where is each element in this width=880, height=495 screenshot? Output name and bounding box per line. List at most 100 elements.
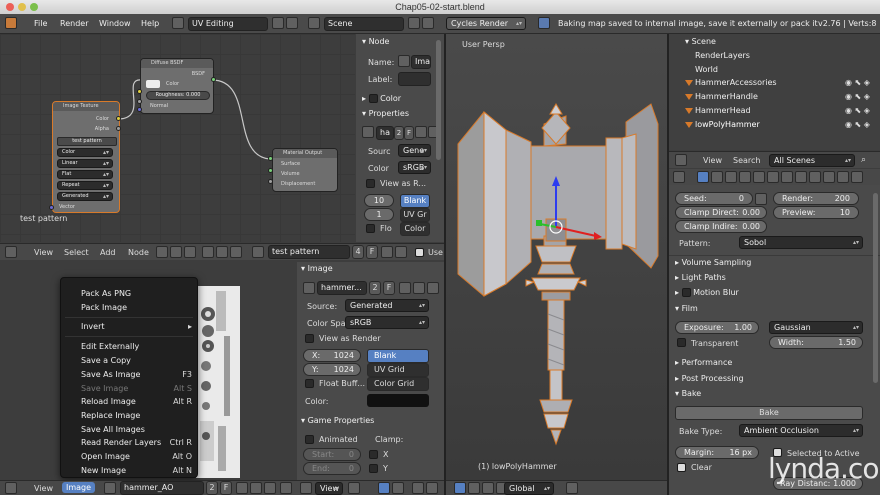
scale-manipulator-icon[interactable] [482, 482, 494, 494]
minimize-window-button[interactable] [18, 3, 26, 11]
image-add-icon[interactable] [236, 482, 248, 494]
image-open-icon[interactable] [250, 482, 262, 494]
source-select[interactable]: Generated [57, 192, 113, 201]
image-fake-user[interactable]: F [220, 481, 232, 495]
modifiers-tab-icon[interactable] [781, 171, 793, 183]
visibility-eye-icon[interactable]: ◉ ⬉ ◈ [845, 120, 870, 129]
outliner-menu-search[interactable]: Search [733, 156, 760, 165]
node-image-name-field[interactable]: ha [376, 126, 394, 140]
node-menu-node[interactable]: Node [128, 248, 149, 257]
physics-tab-icon[interactable] [851, 171, 863, 183]
compositing-icon[interactable] [184, 246, 196, 258]
clamp-direct-field[interactable]: Clamp Direct: 0.00 [675, 206, 767, 219]
view-as-render-checkbox[interactable] [305, 334, 314, 343]
world-shader-icon[interactable] [216, 246, 228, 258]
screen-layout-field[interactable]: UV Editing [188, 17, 268, 31]
menu-item-pack-image[interactable]: Pack Image [81, 303, 127, 312]
render-engine-select[interactable]: Cycles Render [446, 17, 526, 30]
node-image-add-icon[interactable] [381, 246, 393, 258]
remove-screen-icon[interactable] [286, 17, 298, 29]
constraints-tab-icon[interactable] [767, 171, 779, 183]
pin-icon[interactable] [280, 482, 292, 494]
close-window-button[interactable] [6, 3, 14, 11]
menu-item-save-as-image[interactable]: Save As Image [81, 370, 140, 379]
outliner-menu-view[interactable]: View [703, 156, 722, 165]
preview-samples-field[interactable]: Preview: 10 [773, 206, 859, 219]
node-view-as-render-checkbox[interactable] [366, 179, 375, 188]
image-alpha-socket[interactable] [116, 126, 121, 131]
volume-socket[interactable] [268, 168, 273, 173]
object-shader-icon[interactable] [202, 246, 214, 258]
node-float-checkbox[interactable] [366, 224, 375, 233]
props-image-users[interactable]: 2 [369, 281, 381, 295]
bake-margin-field[interactable]: Margin: 16 px [675, 446, 759, 459]
node-uvgrid-button[interactable]: UV Gr [400, 208, 430, 222]
menu-item-edit-externally[interactable]: Edit Externally [81, 342, 139, 351]
image-y-field[interactable]: Y: 1024 [303, 363, 361, 376]
menu-item-open-image[interactable]: Open Image [81, 452, 130, 461]
film-header[interactable]: ▾ Film [675, 304, 698, 313]
menu-file[interactable]: File [34, 19, 47, 28]
image-users-count[interactable]: 2 [206, 481, 218, 495]
use-nodes-checkbox[interactable] [415, 248, 424, 257]
exposure-field[interactable]: Exposure: 1.00 [675, 321, 759, 334]
props-image-name[interactable]: hammer... [317, 281, 367, 295]
colorspace-select[interactable]: sRGB [345, 316, 429, 329]
transform-orientation-select[interactable]: Global [504, 482, 554, 495]
node-image-users[interactable]: 2 [394, 126, 404, 140]
pixel-filter-select[interactable]: Gaussian [769, 321, 863, 334]
props-image-fake[interactable]: F [383, 281, 395, 295]
render-tab-icon[interactable] [697, 171, 709, 183]
generated-color-swatch[interactable] [367, 394, 429, 407]
translate-manipulator-icon[interactable] [454, 482, 466, 494]
animated-seed-icon[interactable] [755, 193, 767, 205]
node-menu-view[interactable]: View [34, 248, 53, 257]
object-tab-icon[interactable] [753, 171, 765, 183]
node-width-field[interactable]: 10 [364, 194, 394, 207]
diffuse-bsdf-node[interactable]: Diffuse BSDF BSDF Color Roughness: 0.000… [140, 58, 214, 114]
props-image-unlink-icon[interactable] [427, 282, 439, 294]
color-input-socket[interactable] [137, 89, 142, 94]
layers-icon[interactable] [566, 482, 578, 494]
linestyle-icon[interactable] [230, 246, 242, 258]
menu-item-read-render-layers[interactable]: Read Render Layers [81, 438, 161, 447]
node-new-image-icon[interactable] [415, 126, 427, 138]
properties-scrollbar[interactable] [873, 193, 878, 383]
outliner-display-mode-select[interactable]: All Scenes [769, 154, 855, 167]
normal-input-socket[interactable] [137, 107, 142, 112]
node-name-field[interactable]: Ima [411, 55, 431, 69]
color-section-checkbox[interactable] [368, 94, 378, 103]
node-label-field[interactable] [398, 72, 431, 86]
menu-render[interactable]: Render [60, 19, 88, 28]
clamp-indirect-field[interactable]: Clamp Indire: 0.00 [675, 220, 767, 233]
source-select[interactable]: Generated [345, 299, 429, 312]
props-image-add-icon[interactable] [399, 282, 411, 294]
bsdf-output-socket[interactable] [211, 77, 216, 82]
editor-type-icon[interactable] [5, 17, 17, 29]
clamp-y-checkbox[interactable] [369, 464, 378, 473]
clamp-x-checkbox[interactable] [369, 450, 378, 459]
filter-width-field[interactable]: Width: 1.50 [769, 336, 863, 349]
scene-icon[interactable] [308, 17, 320, 29]
anim-end-field[interactable]: End: 0 [303, 462, 361, 475]
diffuse-color-swatch[interactable] [146, 80, 160, 88]
surface-socket[interactable] [268, 156, 273, 161]
render-samples-field[interactable]: Render: 200 [773, 192, 859, 205]
projection-select[interactable]: Flat [57, 170, 113, 179]
node-image-selector[interactable]: test pattern [57, 137, 117, 146]
node-colorspace-select[interactable]: sRGB [398, 161, 431, 174]
outliner-item-renderlayers[interactable]: RenderLayers [695, 51, 750, 60]
motion-blur-header[interactable]: ▸ Motion Blur [675, 288, 739, 297]
image-x-field[interactable]: X: 1024 [303, 349, 361, 362]
game-properties-header[interactable]: ▾ Game Properties [301, 416, 374, 425]
motion-blur-checkbox[interactable] [681, 288, 691, 297]
image-section-header[interactable]: ▾ Image [301, 264, 333, 273]
scene-tab-icon[interactable] [725, 171, 737, 183]
node-sidebar-scrollbar[interactable] [436, 40, 441, 160]
generated-uvgrid-button[interactable]: UV Grid [367, 363, 429, 377]
snap-icon[interactable] [412, 482, 424, 494]
float-buffer-checkbox[interactable] [305, 379, 314, 388]
image-menu-view[interactable]: View [34, 484, 53, 493]
node-height-field[interactable]: 1 [364, 208, 394, 221]
node-image-fake[interactable]: F [404, 126, 414, 140]
